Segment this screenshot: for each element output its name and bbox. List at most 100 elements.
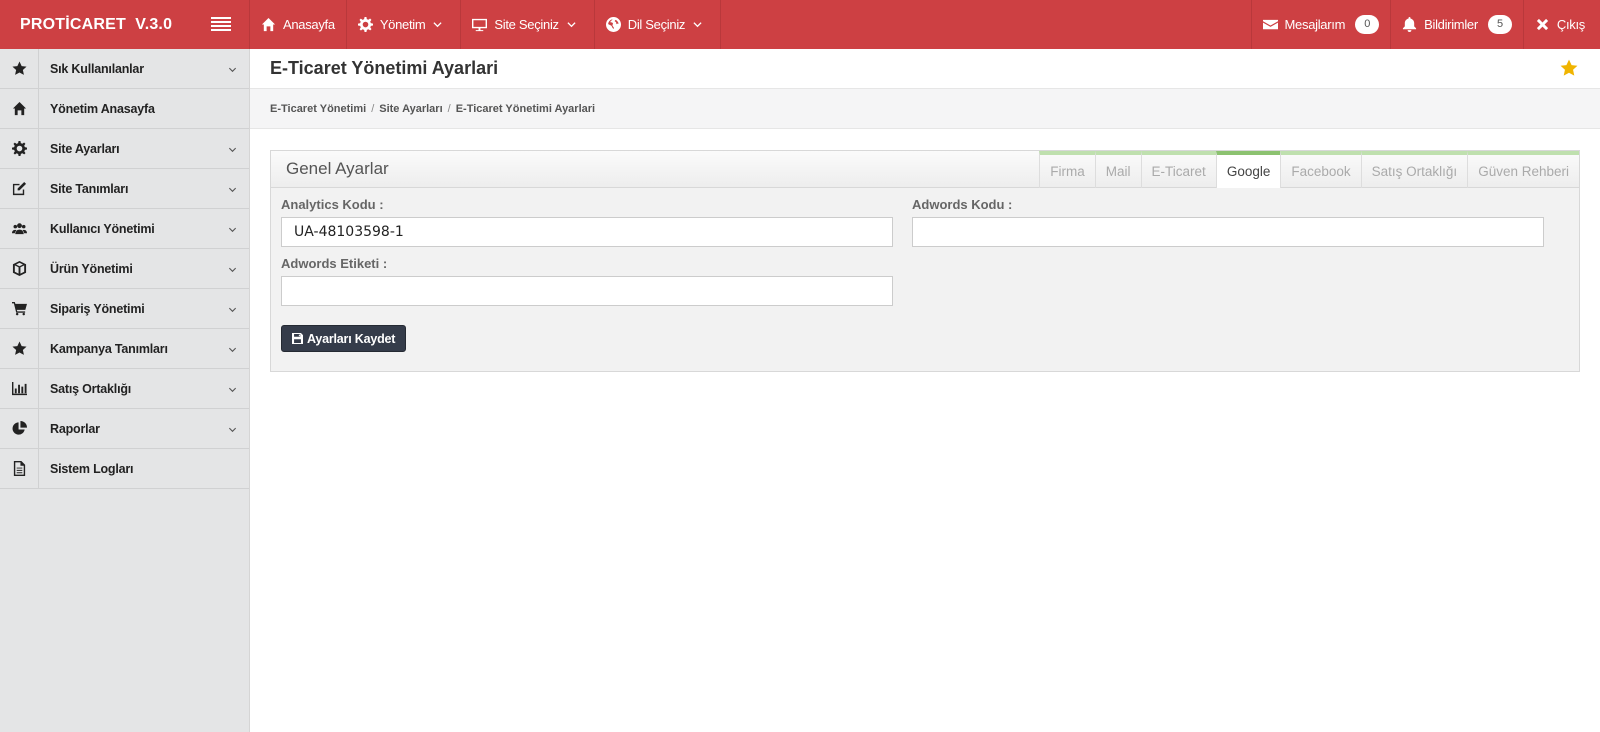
sidebar-item-site-definitions[interactable]: Site Tanımları — [0, 168, 249, 209]
gear-icon — [357, 17, 373, 32]
nav-messages-label: Mesajlarım — [1284, 17, 1346, 32]
sidebar-item-campaigns[interactable]: Kampanya Tanımları — [0, 328, 249, 369]
nav-logout[interactable]: Çıkış — [1522, 0, 1600, 49]
sidebar-item-label: Ürün Yönetimi — [50, 261, 133, 276]
edit-icon — [12, 181, 26, 196]
floppy-disk-icon — [292, 333, 303, 344]
sidebar-item-site-settings[interactable]: Site Ayarları — [0, 128, 249, 169]
star-icon — [11, 61, 27, 75]
chevron-down-icon — [693, 22, 702, 28]
bar-chart-icon — [11, 381, 27, 396]
nav-messages[interactable]: Mesajlarım 0 — [1250, 0, 1391, 49]
file-icon — [13, 461, 25, 476]
nav-home[interactable]: Anasayfa — [250, 0, 347, 49]
chevron-down-icon — [567, 22, 576, 28]
tab-e-ticaret[interactable]: E-Ticaret — [1140, 151, 1216, 188]
nav-lang-select[interactable]: Dil Seçiniz — [595, 0, 722, 49]
cart-icon — [11, 301, 27, 316]
star-icon — [11, 341, 27, 355]
chevron-down-icon — [228, 227, 237, 233]
globe-icon — [605, 17, 621, 32]
settings-tabs: Firma Mail E-Ticaret Google Facebook Sat… — [1039, 151, 1579, 188]
user-nav: Mesajlarım 0 Bildirimler 5 Çıkış — [1250, 0, 1600, 49]
chevron-down-icon — [228, 147, 237, 153]
panel-header: Genel Ayarlar Firma Mail E-Ticaret Googl… — [271, 151, 1579, 188]
tab-firma[interactable]: Firma — [1039, 151, 1095, 188]
sidebar-item-label: Sık Kullanılanlar — [50, 61, 144, 76]
tab-mail[interactable]: Mail — [1094, 151, 1141, 188]
analytics-group: Analytics Kodu : — [281, 197, 893, 247]
breadcrumb-item[interactable]: Site Ayarları — [379, 103, 442, 115]
page-title: E-Ticaret Yönetimi Ayarlari — [270, 58, 499, 78]
adwords-code-input[interactable] — [912, 217, 1544, 247]
pie-chart-icon — [12, 421, 27, 435]
adwords-code-label: Adwords Kodu : — [912, 197, 1013, 212]
users-icon — [11, 223, 27, 235]
chevron-down-icon — [228, 427, 237, 433]
sidebar-item-products[interactable]: Ürün Yönetimi — [0, 248, 249, 289]
box-icon — [12, 261, 26, 276]
chevron-down-icon — [228, 187, 237, 193]
sidebar-item-favorites[interactable]: Sık Kullanılanlar — [0, 48, 249, 89]
sidebar-item-users[interactable]: Kullanıcı Yönetimi — [0, 208, 249, 249]
page-header: E-Ticaret Yönetimi Ayarlari — [250, 49, 1600, 89]
save-settings-button[interactable]: Ayarları Kaydet — [281, 325, 407, 352]
nav-management[interactable]: Yönetim — [347, 0, 462, 49]
monitor-icon — [472, 18, 488, 32]
chevron-down-icon — [228, 267, 237, 273]
sidebar-item-label: Raporlar — [50, 421, 100, 436]
sidebar-item-reports[interactable]: Raporlar — [0, 408, 249, 449]
sidebar-item-label: Site Ayarları — [50, 141, 120, 156]
nav-notifications[interactable]: Bildirimler 5 — [1390, 0, 1523, 49]
bell-icon — [1403, 17, 1417, 32]
tab-guven-rehberi[interactable]: Güven Rehberi — [1467, 151, 1579, 188]
panel-title: Genel Ayarlar — [286, 159, 389, 178]
sidebar-item-label: Sipariş Yönetimi — [50, 301, 145, 316]
nav-management-label: Yönetim — [379, 17, 426, 32]
home-icon — [261, 17, 276, 32]
sidebar-item-dashboard[interactable]: Yönetim Anasayfa — [0, 88, 249, 129]
sidebar-item-system-logs[interactable]: Sistem Logları — [0, 448, 249, 489]
chevron-down-icon — [228, 307, 237, 313]
tab-google[interactable]: Google — [1215, 151, 1281, 188]
close-icon — [1536, 18, 1548, 31]
nav-logout-label: Çıkış — [1556, 17, 1585, 32]
sidebar-item-label: Kampanya Tanımları — [50, 341, 168, 356]
sidebar-item-label: Site Tanımları — [50, 181, 129, 196]
breadcrumb-item[interactable]: E-Ticaret Yönetimi — [270, 103, 366, 115]
home-icon — [12, 101, 26, 116]
adwords-label-group: Adwords Etiketi : — [281, 256, 893, 306]
nav-lang-select-label: Dil Seçiniz — [627, 17, 686, 32]
analytics-label: Analytics Kodu : — [281, 197, 384, 212]
chevron-down-icon — [228, 67, 237, 73]
favorite-star-icon[interactable] — [1560, 59, 1578, 77]
nav-home-label: Anasayfa — [283, 17, 335, 32]
nav-site-select[interactable]: Site Seçiniz — [461, 0, 595, 49]
sidebar-item-orders[interactable]: Sipariş Yönetimi — [0, 288, 249, 329]
sidebar-item-label: Sistem Logları — [50, 461, 134, 476]
chevron-down-icon — [433, 22, 442, 28]
gear-icon — [11, 141, 27, 156]
brand-name[interactable]: PROTİCARET V.3.0 — [20, 16, 172, 34]
tab-facebook[interactable]: Facebook — [1280, 151, 1361, 188]
tab-satis-ortakligi[interactable]: Satış Ortaklığı — [1360, 151, 1468, 188]
sidebar-item-affiliates[interactable]: Satış Ortaklığı — [0, 368, 249, 409]
save-button-label: Ayarları Kaydet — [307, 331, 396, 346]
nav-notifications-label: Bildirimler — [1424, 17, 1478, 32]
adwords-label-label: Adwords Etiketi : — [281, 256, 388, 271]
breadcrumb-item[interactable]: E-Ticaret Yönetimi Ayarlari — [456, 103, 595, 115]
sidebar-item-label: Yönetim Anasayfa — [50, 101, 155, 116]
settings-panel: Genel Ayarlar Firma Mail E-Ticaret Googl… — [270, 150, 1580, 372]
main-nav: Anasayfa Yönetim Site Seçiniz Dil Seçini… — [250, 0, 722, 49]
sidebar: Sık Kullanılanlar Yönetim Anasayfa Site … — [0, 48, 250, 732]
menu-toggle-icon[interactable] — [211, 17, 231, 31]
analytics-input[interactable] — [281, 217, 893, 247]
messages-count-badge: 0 — [1355, 15, 1380, 34]
sidebar-item-label: Kullanıcı Yönetimi — [50, 221, 155, 236]
nav-site-select-label: Site Seçiniz — [494, 17, 559, 32]
sidebar-item-label: Satış Ortaklığı — [50, 381, 132, 396]
adwords-label-input[interactable] — [281, 276, 893, 306]
envelope-icon — [1262, 19, 1278, 30]
notifications-count-badge: 5 — [1487, 15, 1512, 34]
main-content: E-Ticaret Yönetimi Ayarlari E-Ticaret Yö… — [250, 49, 1600, 732]
